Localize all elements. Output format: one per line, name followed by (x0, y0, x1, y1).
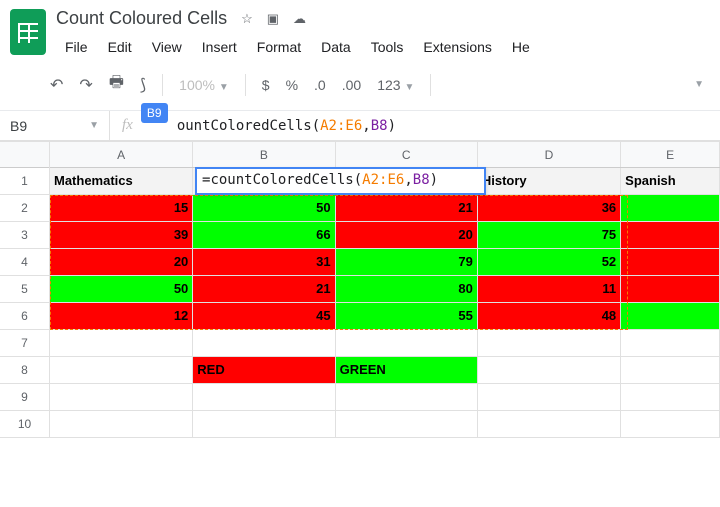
zoom-select[interactable]: 100% ▼ (173, 73, 235, 97)
toolbar: ↶ ↷ 🖶 ⟆ 100% ▼ $ % .0 .00 123 ▼ ▼ (0, 59, 720, 111)
print-icon[interactable]: 🖶 (103, 67, 130, 102)
cell[interactable] (621, 330, 720, 357)
redo-icon[interactable]: ↷ (73, 71, 98, 99)
cloud-icon[interactable]: ☁ (293, 11, 306, 27)
move-icon[interactable]: ▣ (267, 11, 279, 27)
row-header[interactable]: 5 (0, 276, 49, 303)
row-header[interactable]: 8 (0, 357, 49, 384)
cell[interactable]: 52 (478, 249, 621, 276)
cell[interactable]: 45 (193, 303, 335, 330)
cell[interactable]: 75 (478, 222, 621, 249)
cell[interactable] (193, 411, 335, 438)
menu-tools[interactable]: Tools (362, 35, 413, 59)
cell[interactable]: 50 (193, 195, 335, 222)
cell[interactable]: GREEN (336, 357, 478, 384)
cell[interactable] (193, 330, 335, 357)
select-all-corner[interactable] (0, 142, 49, 168)
cell[interactable]: 11 (478, 276, 621, 303)
cell[interactable]: 36 (478, 195, 621, 222)
cell[interactable]: 50 (50, 276, 193, 303)
cell[interactable] (478, 384, 621, 411)
cell[interactable] (621, 357, 720, 384)
row-header[interactable]: 1 (0, 168, 49, 195)
cell[interactable]: 79 (336, 249, 478, 276)
menu-file[interactable]: File (56, 35, 97, 59)
name-box[interactable]: B9▼ (0, 111, 110, 140)
row-header[interactable]: 7 (0, 330, 49, 357)
cell[interactable] (336, 330, 478, 357)
menu-edit[interactable]: Edit (99, 35, 141, 59)
row-header[interactable]: 4 (0, 249, 49, 276)
row-header[interactable]: 10 (0, 411, 49, 438)
row-header[interactable]: 2 (0, 195, 49, 222)
cell[interactable]: RED (193, 357, 335, 384)
row-header[interactable]: 9 (0, 384, 49, 411)
star-icon[interactable]: ☆ (241, 11, 253, 27)
cell[interactable] (336, 411, 478, 438)
col-header[interactable]: C (336, 142, 478, 167)
formula-text: ountColoredCells( (177, 118, 320, 134)
cell[interactable] (193, 384, 335, 411)
cell[interactable]: Mathematics (50, 168, 193, 195)
cell[interactable]: 55 (336, 303, 478, 330)
col-header[interactable]: D (478, 142, 621, 167)
cell[interactable] (50, 411, 193, 438)
menu-insert[interactable]: Insert (193, 35, 246, 59)
formula-bar[interactable]: B9 ountColoredCells(A2:E6,B8) (145, 111, 720, 140)
cell[interactable]: 21 (193, 276, 335, 303)
cell[interactable]: 15 (50, 195, 193, 222)
menu-data[interactable]: Data (312, 35, 360, 59)
toolbar-overflow-icon[interactable]: ▼ (688, 75, 710, 94)
cell[interactable] (621, 276, 720, 303)
format-percent[interactable]: % (280, 73, 304, 97)
cell[interactable] (50, 357, 193, 384)
cell[interactable] (621, 222, 720, 249)
cell[interactable]: 31 (193, 249, 335, 276)
row-header[interactable]: 3 (0, 222, 49, 249)
col-header[interactable]: B (193, 142, 335, 167)
cell[interactable]: 39 (50, 222, 193, 249)
paint-format-icon[interactable]: ⟆ (134, 71, 152, 99)
cell[interactable] (478, 330, 621, 357)
cell[interactable] (50, 330, 193, 357)
menu-format[interactable]: Format (248, 35, 310, 59)
menu-extensions[interactable]: Extensions (414, 35, 500, 59)
decrease-decimal[interactable]: .0 (308, 73, 332, 97)
cell[interactable] (621, 303, 720, 330)
menu-help[interactable]: He (503, 35, 539, 59)
cell[interactable] (50, 384, 193, 411)
spreadsheet-grid[interactable]: 1 2 3 4 5 6 7 8 9 10 A B C D E Mathemati… (0, 141, 720, 438)
cell[interactable] (621, 195, 720, 222)
cell[interactable] (478, 357, 621, 384)
cell[interactable]: 20 (336, 222, 478, 249)
cell[interactable]: 20 (50, 249, 193, 276)
menu-view[interactable]: View (143, 35, 191, 59)
row-header[interactable]: 6 (0, 303, 49, 330)
cell-badge: B9 (141, 103, 168, 123)
menu-bar: File Edit View Insert Format Data Tools … (56, 35, 712, 59)
more-formats[interactable]: 123 ▼ (371, 73, 420, 97)
cell[interactable]: 12 (50, 303, 193, 330)
cell[interactable] (478, 411, 621, 438)
cell-editor[interactable]: =countColoredCells(A2:E6,B8) (195, 167, 486, 195)
sheets-logo[interactable] (8, 6, 48, 58)
col-header[interactable]: E (621, 142, 720, 167)
cell[interactable]: Spanish (621, 168, 720, 195)
doc-title[interactable]: Count Coloured Cells (56, 8, 227, 29)
cell[interactable] (621, 411, 720, 438)
cell[interactable]: 66 (193, 222, 335, 249)
cell[interactable]: History (478, 168, 621, 195)
format-currency[interactable]: $ (256, 73, 276, 97)
fx-icon: fx (110, 117, 145, 134)
col-header[interactable]: A (50, 142, 193, 167)
increase-decimal[interactable]: .00 (336, 73, 367, 97)
cell[interactable]: 48 (478, 303, 621, 330)
cell[interactable]: 80 (336, 276, 478, 303)
cell[interactable] (621, 249, 720, 276)
undo-icon[interactable]: ↶ (44, 71, 69, 99)
cell[interactable] (336, 384, 478, 411)
cell[interactable]: 21 (336, 195, 478, 222)
cell[interactable] (621, 384, 720, 411)
